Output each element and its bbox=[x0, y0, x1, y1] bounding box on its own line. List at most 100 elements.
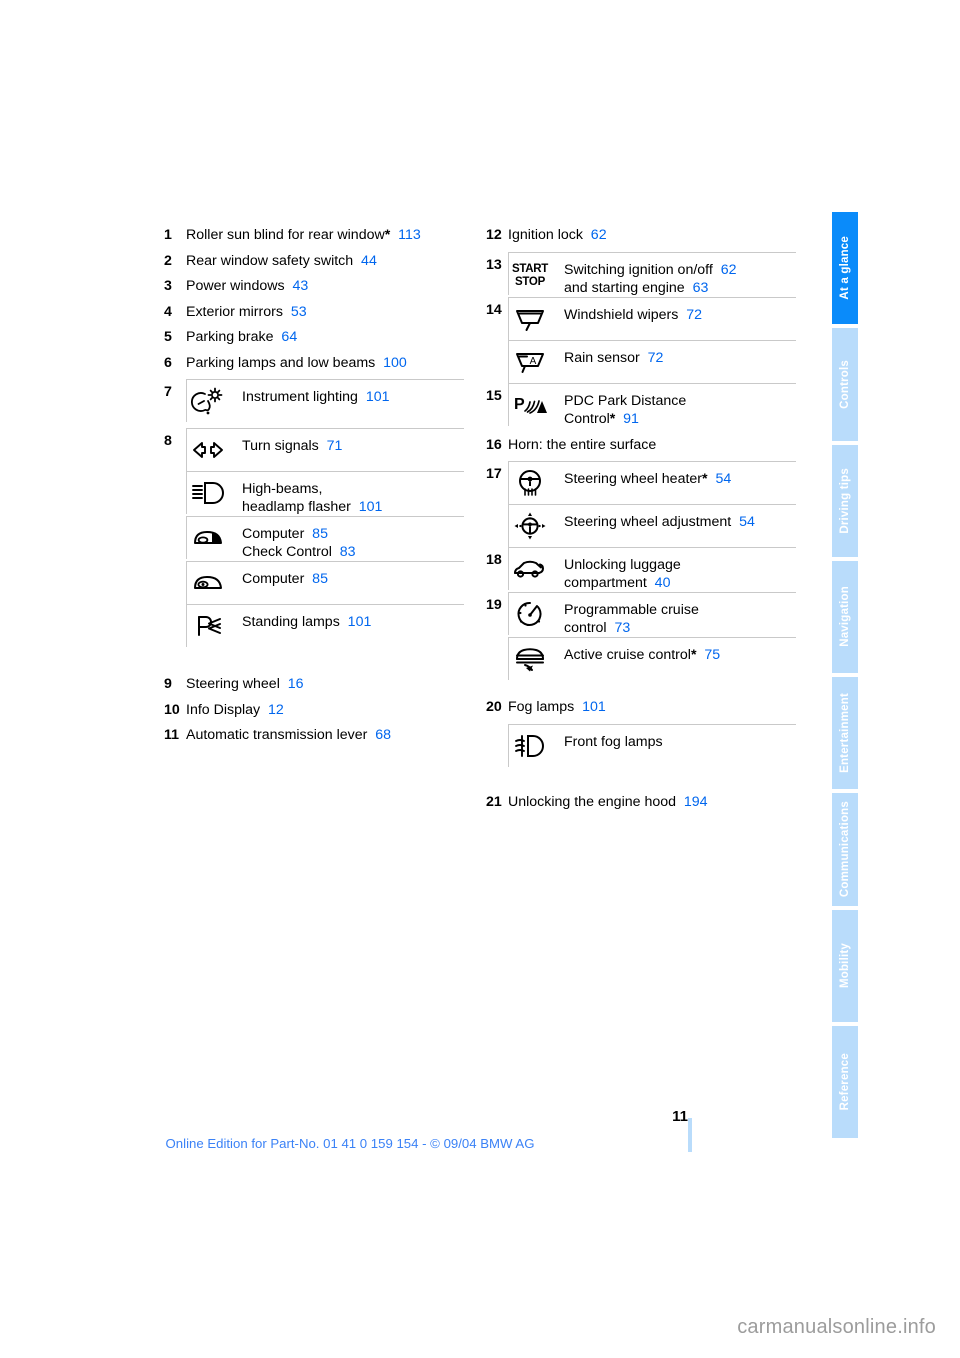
icon-entry-row[interactable]: A Rain sensor 72 bbox=[508, 339, 796, 383]
high-beams-icon bbox=[186, 472, 228, 514]
icon-entry-row[interactable]: P PDC Park Distance Control* 91 bbox=[508, 382, 796, 428]
page-reference[interactable]: 85 bbox=[304, 571, 328, 587]
entry-label: Computer bbox=[242, 526, 305, 542]
entry-label: Rain sensor bbox=[564, 349, 640, 366]
page-reference[interactable]: 62 bbox=[713, 262, 737, 278]
steering-wheel-heater-icon bbox=[508, 462, 550, 504]
tab-communications[interactable]: Communications bbox=[832, 793, 858, 906]
icon-entry-row[interactable]: Computer 85 Check Control 83 bbox=[186, 516, 464, 561]
entry-text: Automatic transmission lever 68 bbox=[186, 726, 464, 744]
icon-group-8: 8 Turn signals 71 High-beams, headlamp fl… bbox=[164, 428, 464, 647]
tab-label: Reference bbox=[839, 1053, 851, 1111]
page-reference[interactable]: 73 bbox=[607, 620, 630, 636]
icon-entry-row[interactable]: Programmable cruise control 73 bbox=[508, 592, 796, 637]
manual-entry-12[interactable]: 12 Ignition lock 62 bbox=[486, 226, 796, 244]
icon-entry-row[interactable]: Turn signals 71 bbox=[186, 428, 464, 471]
icon-entry-text: Computer 85 bbox=[228, 562, 464, 588]
tab-driving-tips[interactable]: Driving tips bbox=[832, 444, 858, 557]
icon-entry-row[interactable]: Unlocking luggage compartment 40 bbox=[508, 547, 796, 592]
tab-at-a-glance[interactable]: At a glance bbox=[832, 212, 858, 325]
icon-entry-row[interactable]: Front fog lamps bbox=[508, 723, 796, 767]
page-reference[interactable]: 101 bbox=[358, 389, 390, 405]
icon-entry-text: High-beams, headlamp flasher 101 bbox=[228, 472, 464, 516]
manual-entry-5[interactable]: 5 Parking brake 64 bbox=[164, 328, 464, 346]
page-reference[interactable]: 43 bbox=[285, 278, 308, 294]
entry-text: Power windows 43 bbox=[186, 277, 464, 295]
entry-label: High-beams, bbox=[242, 481, 323, 497]
manual-entry-16[interactable]: 16 Horn: the entire surface bbox=[486, 436, 796, 454]
entry-number: 16 bbox=[486, 436, 502, 453]
manual-entry-9[interactable]: 9 Steering wheel 16 bbox=[164, 675, 464, 693]
manual-entry-3[interactable]: 3 Power windows 43 bbox=[164, 277, 464, 295]
icon-entry-row[interactable]: Standing lamps 101 bbox=[186, 604, 464, 647]
page-reference[interactable]: 101 bbox=[351, 499, 383, 515]
entry-number: 11 bbox=[164, 727, 179, 743]
page-reference[interactable]: 71 bbox=[319, 438, 343, 454]
entry-text: Fog lamps 101 bbox=[508, 698, 796, 716]
icon-entry-row[interactable]: Steering wheel adjustment 54 bbox=[508, 504, 796, 547]
page-reference[interactable]: 63 bbox=[685, 280, 709, 296]
page-reference[interactable]: 85 bbox=[304, 526, 328, 542]
page-reference[interactable]: 12 bbox=[260, 702, 284, 718]
tab-label: Driving tips bbox=[839, 467, 851, 534]
icon-entry-row[interactable]: Instrument lighting 101 bbox=[186, 379, 464, 422]
icon-entry-text: Standing lamps 101 bbox=[228, 605, 464, 631]
page-reference[interactable]: 72 bbox=[678, 307, 702, 323]
icon-entry-row[interactable]: Computer 85 bbox=[186, 561, 464, 604]
page-number: 11 bbox=[672, 1108, 688, 1125]
entry-label: Computer bbox=[242, 571, 305, 587]
page-reference[interactable]: 16 bbox=[280, 676, 304, 692]
icon-entry-row[interactable]: Windshield wipers 72 bbox=[508, 296, 796, 340]
entry-label: Check Control bbox=[242, 544, 332, 560]
icon-entry-row[interactable]: START STOP Switching ignition on/off 62 a… bbox=[508, 251, 796, 297]
manual-entry-10[interactable]: 10 Info Display 12 bbox=[164, 701, 464, 719]
icon-entry-row[interactable]: Active cruise control* 75 bbox=[508, 637, 796, 680]
page-reference[interactable]: 54 bbox=[731, 514, 755, 530]
icon-entry-row[interactable]: Steering wheel heater* 54 bbox=[508, 461, 796, 504]
entry-line: Programmable cruise bbox=[564, 601, 796, 619]
page-reference[interactable]: 113 bbox=[390, 227, 421, 243]
page-reference[interactable]: 72 bbox=[640, 350, 664, 366]
page-reference[interactable]: 101 bbox=[574, 699, 606, 715]
page-reference[interactable]: 83 bbox=[332, 544, 356, 560]
manual-entry-4[interactable]: 4 Exterior mirrors 53 bbox=[164, 303, 464, 321]
manual-entry-11[interactable]: 11 Automatic transmission lever 68 bbox=[164, 726, 464, 744]
tab-entertainment[interactable]: Entertainment bbox=[832, 677, 858, 790]
page-reference[interactable]: 100 bbox=[375, 355, 407, 371]
entry-number: 14 bbox=[486, 301, 502, 318]
page-reference[interactable]: 54 bbox=[708, 471, 731, 487]
icon-group-g20: Front fog lamps bbox=[486, 723, 796, 767]
page-reference[interactable]: 75 bbox=[696, 647, 720, 663]
page-reference[interactable]: 62 bbox=[583, 227, 607, 243]
page-reference[interactable]: 68 bbox=[367, 727, 391, 743]
manual-entry-1[interactable]: 1 Roller sun blind for rear window* 113 bbox=[164, 226, 464, 244]
tab-reference[interactable]: Reference bbox=[832, 1025, 858, 1138]
entry-line: headlamp flasher 101 bbox=[242, 498, 464, 516]
svg-text:P: P bbox=[514, 396, 525, 413]
entry-label: Control bbox=[564, 410, 610, 427]
entry-line: High-beams, bbox=[242, 480, 464, 498]
page-reference[interactable]: 53 bbox=[283, 304, 307, 320]
computer-icon bbox=[186, 562, 228, 604]
windshield-wiper-icon bbox=[508, 297, 550, 340]
tab-navigation[interactable]: Navigation bbox=[832, 560, 858, 673]
icon-entry-text: Windshield wipers 72 bbox=[550, 298, 796, 324]
entry-line: and starting engine 63 bbox=[564, 279, 796, 297]
page-reference[interactable]: 40 bbox=[647, 575, 671, 591]
icon-entry-row[interactable]: High-beams, headlamp flasher 101 bbox=[186, 471, 464, 516]
tab-controls[interactable]: Controls bbox=[832, 328, 858, 441]
page-reference[interactable]: 194 bbox=[676, 794, 708, 810]
left-column: 1 Roller sun blind for rear window* 113 2 R… bbox=[164, 226, 464, 752]
manual-entry-2[interactable]: 2 Rear window safety switch 44 bbox=[164, 252, 464, 270]
entry-line: PDC Park Distance bbox=[564, 392, 796, 410]
page-reference[interactable]: 101 bbox=[340, 614, 372, 630]
page-reference[interactable]: 64 bbox=[274, 329, 297, 345]
manual-entry-6[interactable]: 6 Parking lamps and low beams 100 bbox=[164, 354, 464, 372]
manual-entry-21[interactable]: 21 Unlocking the engine hood 194 bbox=[486, 793, 796, 811]
entry-number: 19 bbox=[486, 597, 502, 613]
page-reference[interactable]: 91 bbox=[615, 411, 639, 427]
page-reference[interactable]: 44 bbox=[353, 253, 377, 269]
manual-entry-20[interactable]: 20 Fog lamps 101 bbox=[486, 698, 796, 716]
tab-mobility[interactable]: Mobility bbox=[832, 909, 858, 1022]
